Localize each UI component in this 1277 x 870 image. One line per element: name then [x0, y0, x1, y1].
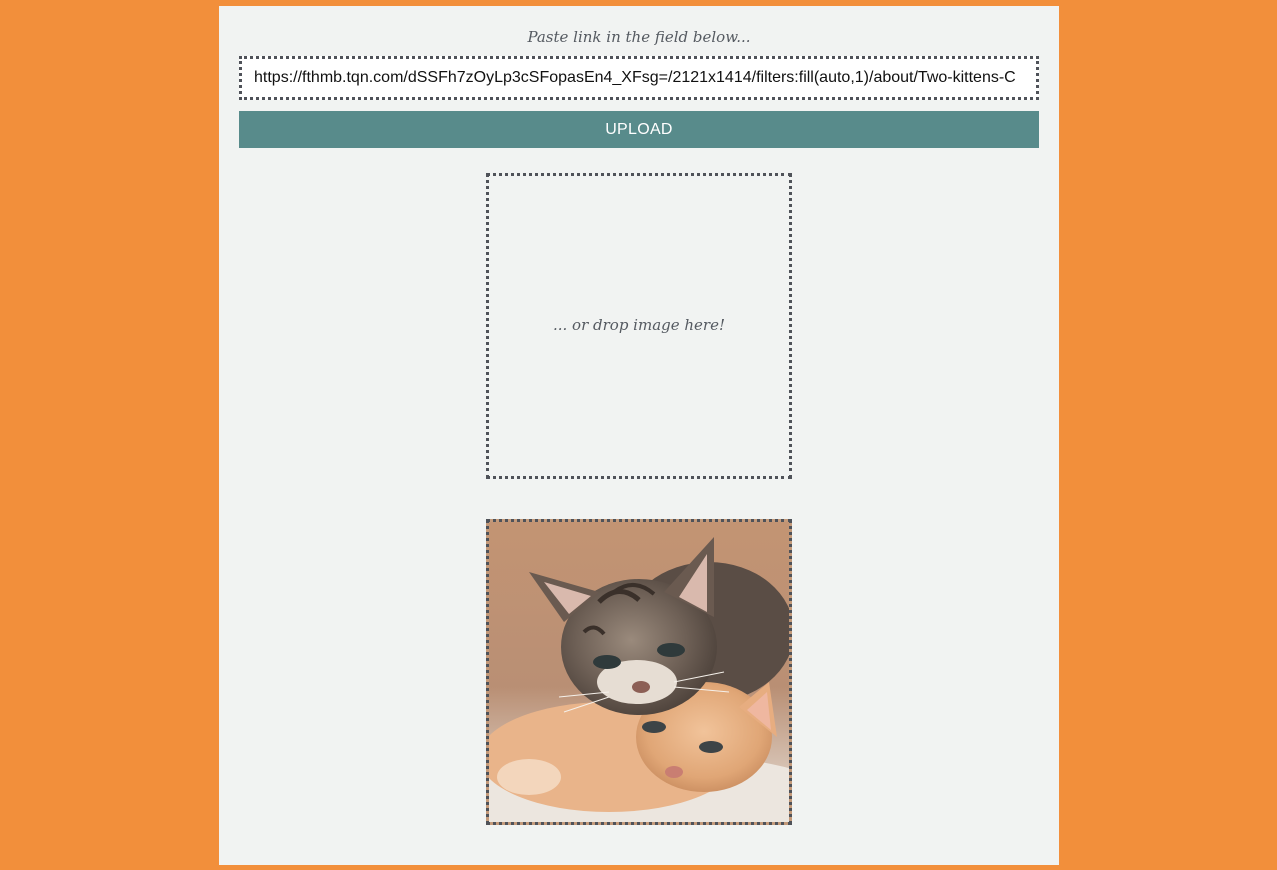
image-preview — [486, 519, 792, 825]
paste-hint: Paste link in the field below... — [527, 28, 751, 46]
kittens-image — [489, 522, 789, 822]
upload-button[interactable]: UPLOAD — [239, 111, 1039, 148]
drop-hint: ... or drop image here! — [552, 316, 726, 334]
upload-panel: Paste link in the field below... UPLOAD … — [219, 6, 1059, 865]
drop-zone[interactable]: ... or drop image here! — [486, 173, 792, 479]
url-input[interactable] — [239, 56, 1039, 100]
